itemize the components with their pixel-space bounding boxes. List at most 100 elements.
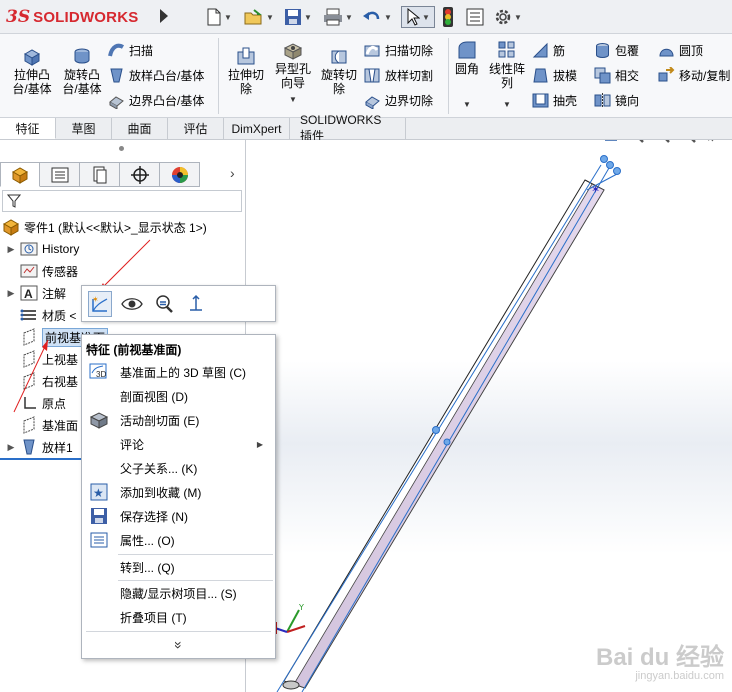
display-manager-tab[interactable] [160, 162, 200, 187]
draft-button[interactable]: 拔模 [532, 65, 577, 85]
move-copy-icon [658, 66, 675, 81]
hole-wizard-button[interactable]: 异型孔 向导 ▼ [270, 40, 316, 104]
boundary-cut-button[interactable]: 边界切除 [364, 90, 433, 110]
configuration-manager-tab[interactable] [80, 162, 120, 187]
undo-button[interactable]: ▼ [362, 6, 392, 28]
menu-item-go-to[interactable]: 转到... (Q) [82, 555, 275, 579]
extruded-cut-button[interactable]: 拉伸切 除 [222, 46, 270, 96]
revolved-boss-button[interactable]: 旋转凸 台/基体 [58, 46, 106, 96]
tree-item-annotations[interactable]: ▶ A 注解 [6, 282, 66, 304]
zoom-to-selection-button[interactable] [152, 291, 176, 317]
file-properties-button[interactable] [466, 6, 484, 28]
normal-to-button[interactable] [184, 291, 208, 317]
menu-item-hide-show-tree-items[interactable]: 隐藏/显示树项目... (S) [82, 581, 275, 605]
chevron-down-icon[interactable]: ▼ [503, 98, 511, 112]
chevron-down-icon[interactable]: ▼ [514, 13, 522, 22]
menu-item-section-view[interactable]: 剖面视图 (D) [82, 384, 275, 408]
tab-features[interactable]: 特征 [0, 118, 56, 139]
menu-item-live-section-plane[interactable]: 活动剖切面 (E) [82, 408, 275, 432]
tree-item-plane1[interactable]: 基准面 [20, 414, 78, 436]
expand-arrow-icon[interactable]: ▶ [6, 288, 16, 299]
save-disk-icon [285, 9, 301, 25]
linear-pattern-button[interactable]: 线性阵 列 ▼ [486, 40, 528, 109]
tree-root-part[interactable]: 零件1 (默认<<默认>_显示状态 1>) [2, 216, 207, 238]
property-manager-tab[interactable] [40, 162, 80, 187]
menu-item-add-to-favorites[interactable]: ★ 添加到收藏 (M) [82, 480, 275, 504]
plane-handle-dot[interactable] [432, 426, 440, 434]
plane-handle-dot[interactable] [606, 161, 614, 169]
graphics-area[interactable]: ✶ Y Bai du 经验 jingyan.baidu.com [247, 140, 732, 692]
chevron-down-icon[interactable]: ▼ [289, 93, 297, 107]
dome-button[interactable]: 圆顶 [658, 40, 703, 60]
menu-item-3d-sketch-on-plane[interactable]: 3D 基准面上的 3D 草图 (C) [82, 360, 275, 384]
boundary-boss-button[interactable]: 边界凸台/基体 [108, 90, 204, 110]
tree-item-origin[interactable]: 原点 [20, 392, 66, 414]
chevron-down-icon[interactable]: ▼ [384, 13, 392, 22]
intersect-button[interactable]: 相交 [594, 65, 639, 85]
feature-manager-tab[interactable] [0, 162, 40, 187]
chevron-down-icon[interactable]: ▼ [422, 13, 430, 22]
menu-expand-arrow-icon[interactable] [160, 9, 168, 23]
menu-item-collapse-items[interactable]: 折叠项目 (T) [82, 605, 275, 629]
chevron-down-icon[interactable]: ▼ [224, 13, 232, 22]
rib-button[interactable]: 筋 [532, 40, 565, 60]
plane-icon [20, 350, 38, 368]
menu-item-comment[interactable]: 评论 ▶ [82, 432, 275, 456]
lofted-boss-button[interactable]: 放样凸台/基体 [108, 65, 204, 85]
chevron-down-icon[interactable]: ▼ [345, 13, 353, 22]
show-hide-button[interactable] [120, 291, 144, 317]
shell-button[interactable]: 抽壳 [532, 90, 577, 110]
fillet-button[interactable]: 圆角 ▼ [452, 40, 482, 109]
tab-sketch[interactable]: 草图 [56, 118, 112, 139]
wrap-button[interactable]: 包覆 [594, 40, 639, 60]
select-button[interactable]: ▼ [401, 6, 435, 28]
menu-expand-more-button[interactable]: » [82, 634, 275, 656]
chevron-down-icon[interactable]: ▼ [463, 98, 471, 112]
tab-evaluate[interactable]: 评估 [168, 118, 224, 139]
tree-item-sensors[interactable]: 传感器 [20, 260, 78, 282]
tree-item-history[interactable]: ▶ History [6, 238, 80, 260]
mirror-button[interactable]: 镜向 [594, 90, 639, 110]
tree-filter-bar[interactable] [2, 190, 242, 212]
tab-surfaces[interactable]: 曲面 [112, 118, 168, 139]
chevron-right-icon[interactable]: › [230, 165, 235, 181]
swept-cut-button[interactable]: 扫描切除 [364, 40, 433, 60]
boundary-cut-label: 边界切除 [385, 93, 434, 108]
expand-arrow-icon[interactable]: ▶ [6, 244, 16, 255]
panel-grip-handle[interactable] [119, 146, 124, 151]
open-document-button[interactable]: ▼ [244, 6, 274, 28]
plane-handle-dot[interactable] [443, 438, 451, 446]
swept-boss-button[interactable]: 扫描 [108, 40, 153, 60]
chevron-down-icon[interactable]: ▼ [266, 13, 274, 22]
tab-solidworks-addins[interactable]: SOLIDWORKS 插件 [290, 113, 406, 143]
rebuild-button[interactable] [442, 6, 454, 28]
plane-handle-dot[interactable] [600, 155, 608, 163]
menu-item-label: 父子关系... (K) [120, 461, 198, 476]
menu-item-parent-child[interactable]: 父子关系... (K) [82, 456, 275, 480]
menu-item-save-selection[interactable]: 保存选择 (N) [82, 504, 275, 528]
move-copy-button[interactable]: 移动/复制 [658, 65, 730, 85]
eye-icon [121, 297, 143, 310]
menu-item-properties[interactable]: 属性... (O) [82, 528, 275, 552]
tab-dimxpert[interactable]: DimXpert [224, 118, 290, 139]
options-button[interactable]: ▼ [494, 6, 522, 28]
tree-item-loft1[interactable]: ▶ 放样1 [6, 436, 73, 458]
tree-item-top-plane[interactable]: 上视基 [20, 348, 78, 370]
boundary-boss-icon [109, 95, 124, 109]
dimxpert-manager-tab[interactable] [120, 162, 160, 187]
revolved-cut-button[interactable]: 旋转切 除 [316, 46, 362, 96]
extruded-boss-button[interactable]: 拉伸凸 台/基体 [8, 46, 56, 96]
print-button[interactable]: ▼ [323, 6, 353, 28]
tree-item-right-plane[interactable]: 右视基 [20, 370, 78, 392]
undo-icon [363, 11, 380, 20]
expand-arrow-icon[interactable]: ▶ [6, 442, 16, 453]
tree-item-material[interactable]: 材质 < [20, 304, 76, 326]
lofted-cut-button[interactable]: 放样切割 [364, 65, 433, 85]
save-button[interactable]: ▼ [284, 6, 312, 28]
sketch-on-plane-button[interactable]: ✶ [88, 290, 112, 317]
chevron-down-icon[interactable]: ▼ [304, 13, 312, 22]
part-model-view[interactable]: ✶ Y [247, 140, 732, 692]
plane-handle-dot[interactable] [613, 167, 621, 175]
solidworks-logo[interactable]: 3S SOLIDWORKS [6, 6, 138, 28]
new-document-button[interactable]: ▼ [206, 6, 232, 28]
